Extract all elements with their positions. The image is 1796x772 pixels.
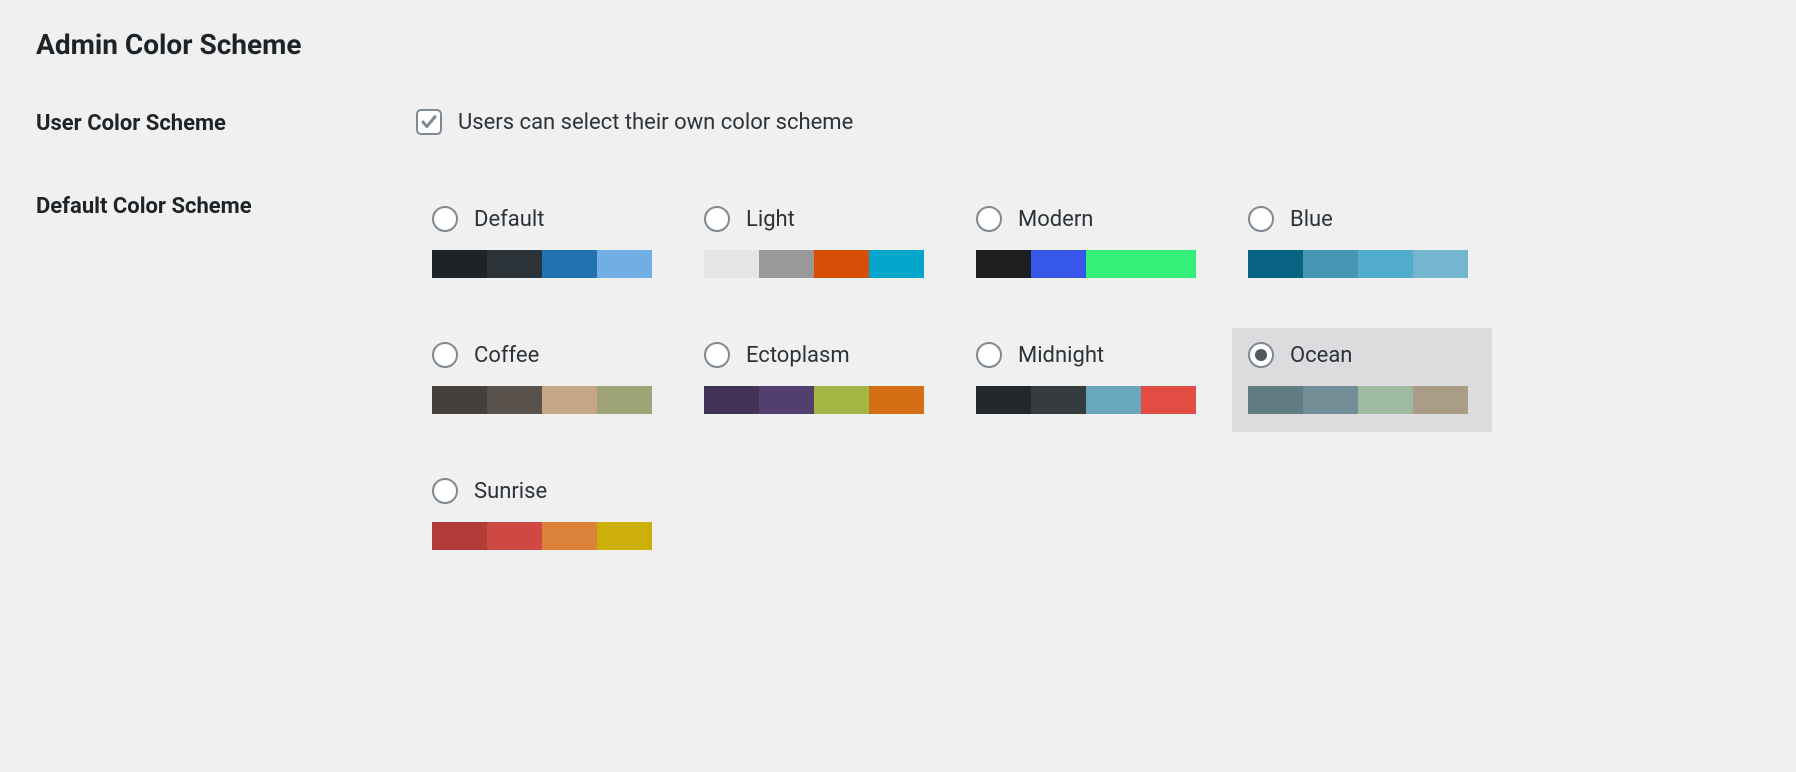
color-swatches: [432, 522, 652, 550]
section-title: Admin Color Scheme: [36, 28, 1760, 61]
default-color-scheme-label: Default Color Scheme: [36, 192, 416, 219]
user-color-scheme-row: User Color Scheme Users can select their…: [36, 109, 1760, 136]
color-scheme-header: Light: [704, 206, 932, 232]
color-swatch: [976, 250, 1031, 278]
color-scheme-option-ocean[interactable]: Ocean: [1232, 328, 1492, 432]
color-scheme-option-default[interactable]: Default: [416, 192, 676, 296]
color-scheme-name: Ocean: [1290, 343, 1352, 368]
color-swatch: [1413, 250, 1468, 278]
color-scheme-radio-ectoplasm[interactable]: [704, 342, 730, 368]
color-scheme-radio-default[interactable]: [432, 206, 458, 232]
color-swatch: [976, 386, 1031, 414]
color-swatch: [814, 386, 869, 414]
color-swatches: [704, 250, 924, 278]
color-scheme-name: Modern: [1018, 207, 1093, 232]
color-swatches: [976, 250, 1196, 278]
color-scheme-name: Sunrise: [474, 479, 547, 504]
user-color-scheme-checkbox-wrapper: Users can select their own color scheme: [416, 109, 1760, 135]
color-swatches: [432, 250, 652, 278]
color-swatch: [759, 386, 814, 414]
color-swatch: [597, 522, 652, 550]
color-scheme-name: Blue: [1290, 207, 1333, 232]
color-swatch: [487, 386, 542, 414]
color-swatch: [1248, 386, 1303, 414]
color-swatch: [432, 386, 487, 414]
color-swatch: [1086, 386, 1141, 414]
color-swatch: [597, 250, 652, 278]
color-scheme-header: Modern: [976, 206, 1204, 232]
color-swatch: [542, 522, 597, 550]
color-scheme-header: Ocean: [1248, 342, 1476, 368]
color-swatch: [1303, 250, 1358, 278]
color-scheme-option-midnight[interactable]: Midnight: [960, 328, 1220, 432]
color-swatch: [1413, 386, 1468, 414]
default-color-scheme-row: Default Color Scheme Default Light Modern B…: [36, 192, 1760, 568]
color-swatch: [432, 522, 487, 550]
color-swatch: [1141, 386, 1196, 414]
color-scheme-radio-modern[interactable]: [976, 206, 1002, 232]
user-color-scheme-checkbox[interactable]: [416, 109, 442, 135]
color-scheme-header: Ectoplasm: [704, 342, 932, 368]
color-swatch: [704, 386, 759, 414]
radio-dot-icon: [1255, 349, 1267, 361]
color-swatch: [597, 386, 652, 414]
color-scheme-option-modern[interactable]: Modern: [960, 192, 1220, 296]
color-swatch: [1031, 250, 1086, 278]
color-scheme-radio-midnight[interactable]: [976, 342, 1002, 368]
color-scheme-option-coffee[interactable]: Coffee: [416, 328, 676, 432]
color-swatches: [432, 386, 652, 414]
color-scheme-name: Default: [474, 207, 544, 232]
user-color-scheme-checkbox-label: Users can select their own color scheme: [458, 110, 853, 135]
color-scheme-radio-ocean[interactable]: [1248, 342, 1274, 368]
color-swatch: [1141, 250, 1196, 278]
color-scheme-header: Blue: [1248, 206, 1476, 232]
color-scheme-name: Light: [746, 207, 795, 232]
color-scheme-grid: Default Light Modern Blue Coffee Ectoplasm Mid…: [416, 192, 1760, 568]
default-color-scheme-field: Default Light Modern Blue Coffee Ectoplasm Mid…: [416, 192, 1760, 568]
color-swatch: [432, 250, 487, 278]
color-swatch: [1303, 386, 1358, 414]
color-swatch: [869, 386, 924, 414]
color-swatch: [542, 250, 597, 278]
color-scheme-name: Coffee: [474, 343, 539, 368]
color-scheme-header: Default: [432, 206, 660, 232]
color-swatch: [1358, 386, 1413, 414]
admin-color-scheme-section: Admin Color Scheme User Color Scheme Use…: [0, 0, 1796, 652]
color-swatch: [869, 250, 924, 278]
color-scheme-option-ectoplasm[interactable]: Ectoplasm: [688, 328, 948, 432]
color-swatch: [1358, 250, 1413, 278]
color-scheme-header: Sunrise: [432, 478, 660, 504]
color-scheme-option-light[interactable]: Light: [688, 192, 948, 296]
color-scheme-header: Coffee: [432, 342, 660, 368]
color-swatches: [1248, 250, 1468, 278]
color-swatch: [814, 250, 869, 278]
color-swatches: [976, 386, 1196, 414]
color-swatch: [542, 386, 597, 414]
color-swatches: [704, 386, 924, 414]
color-scheme-name: Midnight: [1018, 343, 1104, 368]
color-scheme-radio-sunrise[interactable]: [432, 478, 458, 504]
color-scheme-option-blue[interactable]: Blue: [1232, 192, 1492, 296]
color-scheme-name: Ectoplasm: [746, 343, 850, 368]
color-scheme-radio-light[interactable]: [704, 206, 730, 232]
color-scheme-radio-coffee[interactable]: [432, 342, 458, 368]
color-swatch: [487, 250, 542, 278]
color-swatch: [487, 522, 542, 550]
color-swatch: [704, 250, 759, 278]
color-scheme-header: Midnight: [976, 342, 1204, 368]
color-swatch: [1086, 250, 1141, 278]
color-scheme-radio-blue[interactable]: [1248, 206, 1274, 232]
check-icon: [420, 113, 438, 131]
color-swatch: [1248, 250, 1303, 278]
user-color-scheme-field: Users can select their own color scheme: [416, 109, 1760, 135]
color-swatches: [1248, 386, 1468, 414]
color-scheme-option-sunrise[interactable]: Sunrise: [416, 464, 676, 568]
color-swatch: [1031, 386, 1086, 414]
color-swatch: [759, 250, 814, 278]
user-color-scheme-label: User Color Scheme: [36, 109, 416, 136]
